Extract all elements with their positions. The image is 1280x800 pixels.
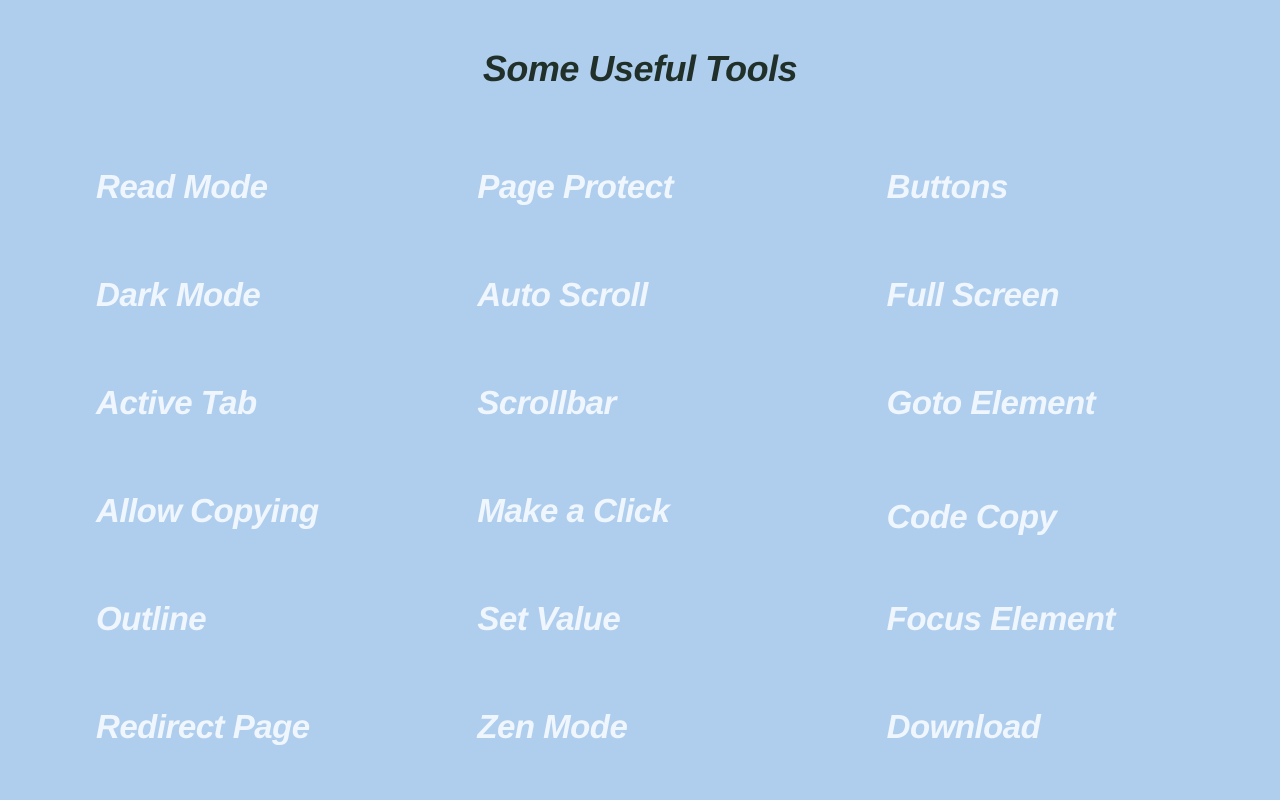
- page-title: Some Useful Tools: [0, 0, 1280, 90]
- tool-scrollbar[interactable]: Scrollbar: [477, 384, 818, 422]
- tool-redirect-page[interactable]: Redirect Page: [96, 708, 437, 746]
- tool-full-screen[interactable]: Full Screen: [859, 276, 1200, 314]
- tool-read-mode[interactable]: Read Mode: [96, 168, 437, 206]
- tool-download[interactable]: Download: [859, 708, 1200, 746]
- tool-dark-mode[interactable]: Dark Mode: [96, 276, 437, 314]
- tool-active-tab[interactable]: Active Tab: [96, 384, 437, 422]
- tool-buttons[interactable]: Buttons: [859, 168, 1200, 206]
- tool-auto-scroll[interactable]: Auto Scroll: [477, 276, 818, 314]
- tool-set-value[interactable]: Set Value: [477, 600, 818, 638]
- tools-grid: Read Mode Page Protect Buttons Dark Mode…: [0, 90, 1280, 746]
- tool-focus-element[interactable]: Focus Element: [859, 600, 1200, 638]
- tool-make-a-click[interactable]: Make a Click: [477, 492, 818, 530]
- tool-outline[interactable]: Outline: [96, 600, 437, 638]
- tool-allow-copying[interactable]: Allow Copying: [96, 492, 437, 530]
- tool-code-copy[interactable]: Code Copy: [859, 498, 1200, 536]
- tool-goto-element[interactable]: Goto Element: [859, 384, 1200, 422]
- tool-page-protect[interactable]: Page Protect: [477, 168, 818, 206]
- tool-zen-mode[interactable]: Zen Mode: [477, 708, 818, 746]
